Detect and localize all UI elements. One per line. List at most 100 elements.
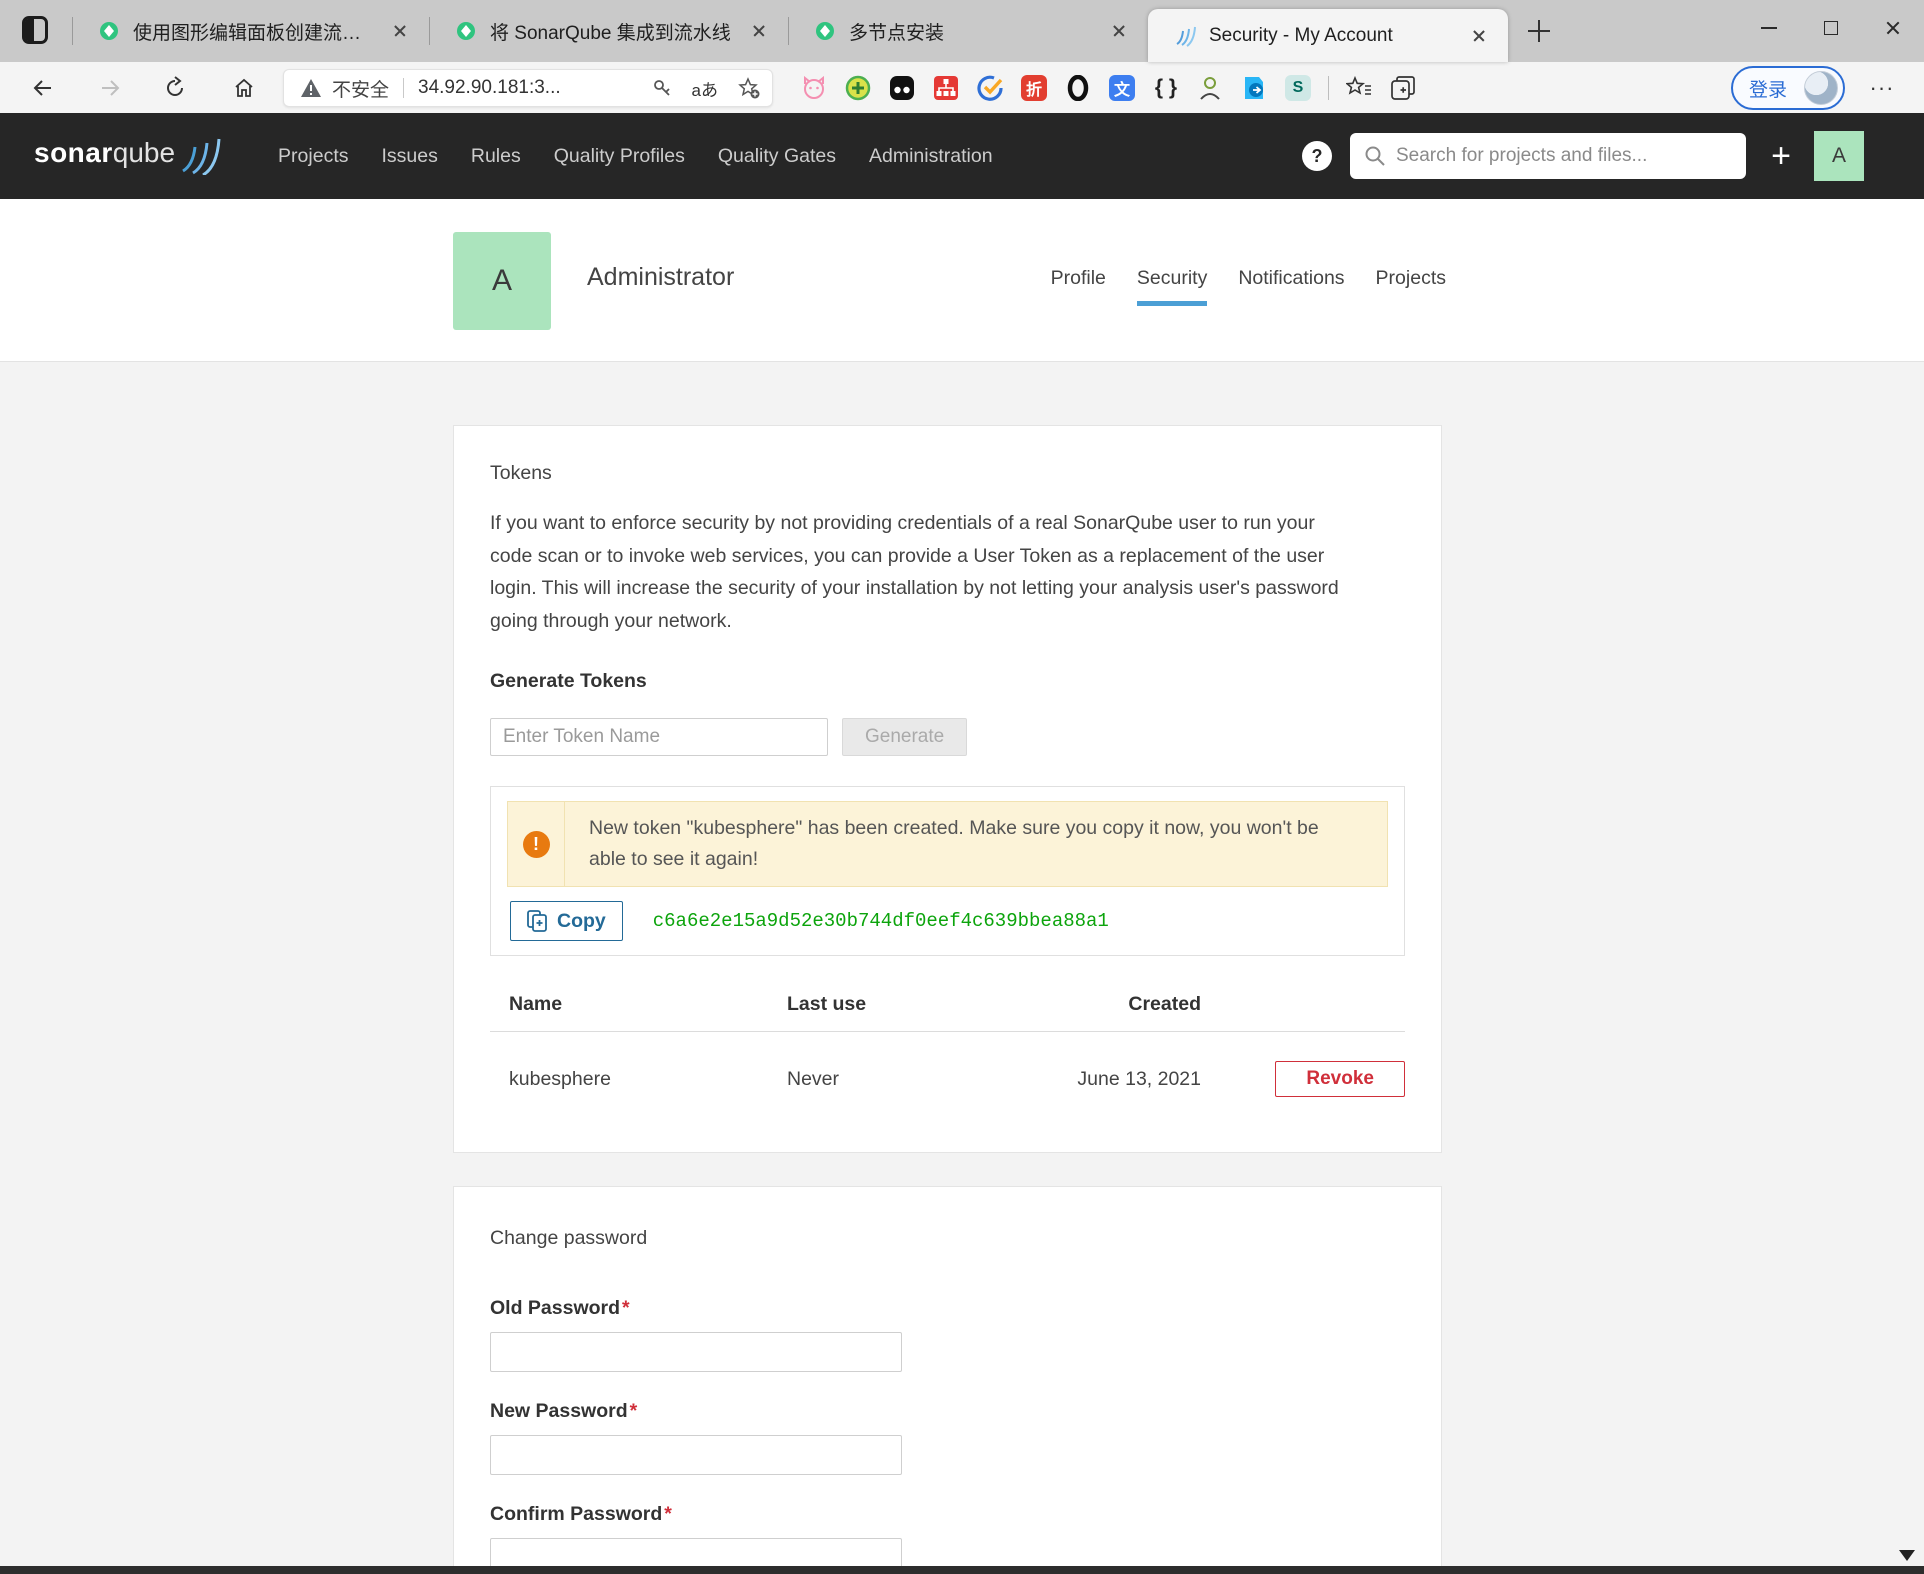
token-name-input[interactable] xyxy=(490,718,828,756)
search-input[interactable] xyxy=(1396,145,1732,167)
scroll-down-arrow-icon[interactable] xyxy=(1899,1550,1915,1561)
browser-tab-3[interactable]: 多节点安装 xyxy=(788,0,1148,62)
window-minimize-button[interactable] xyxy=(1738,0,1800,56)
collections-icon xyxy=(1390,75,1416,101)
extension-cat-icon[interactable] xyxy=(792,68,836,108)
nav-item-quality-profiles[interactable]: Quality Profiles xyxy=(554,145,685,168)
profile-avatar xyxy=(1804,71,1838,105)
required-asterisk: * xyxy=(630,1400,638,1422)
extension-check-task-icon[interactable] xyxy=(968,68,1012,108)
navbar-plus-button[interactable]: + xyxy=(1764,139,1798,173)
extension-translate-icon[interactable]: 文 xyxy=(1100,68,1144,108)
tab-title: Security - My Account xyxy=(1209,25,1456,47)
extension-json-braces-icon[interactable]: { } xyxy=(1144,68,1188,108)
token-last-use: Never xyxy=(787,1068,1041,1091)
logo-qube-text: qube xyxy=(113,137,175,169)
nav-item-quality-gates[interactable]: Quality Gates xyxy=(718,145,836,168)
alert-text: New token "kubesphere" has been created.… xyxy=(565,802,1365,886)
tab-profile[interactable]: Profile xyxy=(1051,267,1106,306)
sonarqube-logo[interactable]: sonarqube xyxy=(34,137,221,175)
tab-close-icon[interactable] xyxy=(1466,23,1492,49)
tab-actions-menu-button[interactable] xyxy=(22,16,52,46)
browser-tab-1[interactable]: 使用图形编辑面板创建流水线 xyxy=(72,0,429,62)
tokens-description: If you want to enforce security by not p… xyxy=(490,507,1362,637)
nav-item-projects[interactable]: Projects xyxy=(278,145,348,168)
window-maximize-button[interactable] xyxy=(1800,0,1862,56)
forward-icon xyxy=(98,76,122,100)
maximize-icon xyxy=(1824,21,1838,35)
signin-button[interactable]: 登录 xyxy=(1731,66,1845,110)
extension-ring-icon[interactable] xyxy=(1056,68,1100,108)
account-avatar: A xyxy=(453,232,551,330)
browser-tab-2[interactable]: 将 SonarQube 集成到流水线 xyxy=(429,0,788,62)
window-close-button[interactable] xyxy=(1862,0,1924,56)
home-button[interactable] xyxy=(224,68,264,108)
sonarqube-swoosh-icon xyxy=(179,137,221,175)
address-bar[interactable]: 不安全 34.92.90.181:3... aあ xyxy=(283,69,773,107)
refresh-button[interactable] xyxy=(155,68,195,108)
account-name: Administrator xyxy=(587,263,734,292)
extension-eye-care-icon[interactable] xyxy=(836,68,880,108)
old-password-label: Old Password* xyxy=(490,1297,1405,1320)
tab-close-icon[interactable] xyxy=(1106,18,1132,44)
help-button[interactable]: ? xyxy=(1302,141,1332,171)
extension-person-icon[interactable] xyxy=(1188,68,1232,108)
back-button[interactable] xyxy=(23,68,63,108)
browser-tab-active[interactable]: Security - My Account xyxy=(1148,9,1508,62)
new-password-field[interactable] xyxy=(490,1435,902,1475)
global-search-box[interactable] xyxy=(1350,133,1746,179)
nav-item-administration[interactable]: Administration xyxy=(869,145,993,168)
old-password-field[interactable] xyxy=(490,1332,902,1372)
extensions-row: 折 文 { } S xyxy=(792,68,1425,108)
browser-tab-bar: 使用图形编辑面板创建流水线 将 SonarQube 集成到流水线 多节点安装 S… xyxy=(0,0,1924,62)
home-icon xyxy=(232,76,256,100)
forward-button[interactable] xyxy=(90,68,130,108)
new-password-label: New Password* xyxy=(490,1400,1405,1423)
revoke-button[interactable]: Revoke xyxy=(1275,1061,1405,1097)
tab-title: 将 SonarQube 集成到流水线 xyxy=(490,18,736,45)
minimize-icon xyxy=(1761,27,1777,29)
extension-share-page-icon[interactable] xyxy=(1232,68,1276,108)
extension-zhe-coupon-icon[interactable]: 折 xyxy=(1012,68,1056,108)
not-secure-warning-icon xyxy=(300,78,322,98)
favorites-hub-button[interactable] xyxy=(1337,68,1381,108)
s-glyph: S xyxy=(1285,75,1311,101)
navbar-menu: Projects Issues Rules Quality Profiles Q… xyxy=(245,145,993,168)
add-favorite-button[interactable] xyxy=(738,77,760,99)
account-header: A Administrator Profile Security Notific… xyxy=(0,199,1924,362)
tab-title: 多节点安装 xyxy=(849,18,1096,45)
tab-notifications[interactable]: Notifications xyxy=(1238,267,1344,306)
not-secure-label: 不安全 xyxy=(332,75,389,102)
account-tabs: Profile Security Notifications Projects xyxy=(1020,267,1446,306)
generate-button[interactable]: Generate xyxy=(842,718,967,756)
nav-item-issues[interactable]: Issues xyxy=(382,145,438,168)
generate-tokens-heading: Generate Tokens xyxy=(490,670,1405,693)
extension-sitemap-icon[interactable] xyxy=(924,68,968,108)
nav-item-rules[interactable]: Rules xyxy=(471,145,521,168)
extension-dark-mode-icon[interactable] xyxy=(880,68,924,108)
tab-security[interactable]: Security xyxy=(1137,267,1207,306)
tab-projects[interactable]: Projects xyxy=(1376,267,1446,306)
col-created: Created xyxy=(1041,993,1201,1016)
tab-title: 使用图形编辑面板创建流水线 xyxy=(133,18,377,45)
generate-token-form: Generate xyxy=(490,718,1405,756)
navbar-user-avatar[interactable]: A xyxy=(1814,131,1864,181)
tab-close-icon[interactable] xyxy=(746,18,772,44)
close-icon xyxy=(1885,20,1901,36)
new-token-panel: ! New token "kubesphere" has been create… xyxy=(490,786,1405,956)
token-row: kubesphere Never June 13, 2021 Revoke xyxy=(490,1032,1405,1097)
tab-close-icon[interactable] xyxy=(387,18,413,44)
extension-s-icon[interactable]: S xyxy=(1276,68,1320,108)
tokens-table-header: Name Last use Created xyxy=(490,993,1405,1032)
password-key-button[interactable] xyxy=(652,78,672,98)
new-tab-button[interactable] xyxy=(1524,17,1554,47)
token-created: June 13, 2021 xyxy=(1041,1068,1201,1091)
back-icon xyxy=(31,76,55,100)
browser-settings-button[interactable]: ··· xyxy=(1862,68,1902,108)
copy-button[interactable]: Copy xyxy=(510,901,623,941)
collections-button[interactable] xyxy=(1381,68,1425,108)
window-controls xyxy=(1738,0,1924,56)
translate-button[interactable]: aあ xyxy=(692,76,718,101)
sonarqube-favicon xyxy=(1174,25,1196,47)
logo-sonar-text: sonar xyxy=(34,137,113,169)
